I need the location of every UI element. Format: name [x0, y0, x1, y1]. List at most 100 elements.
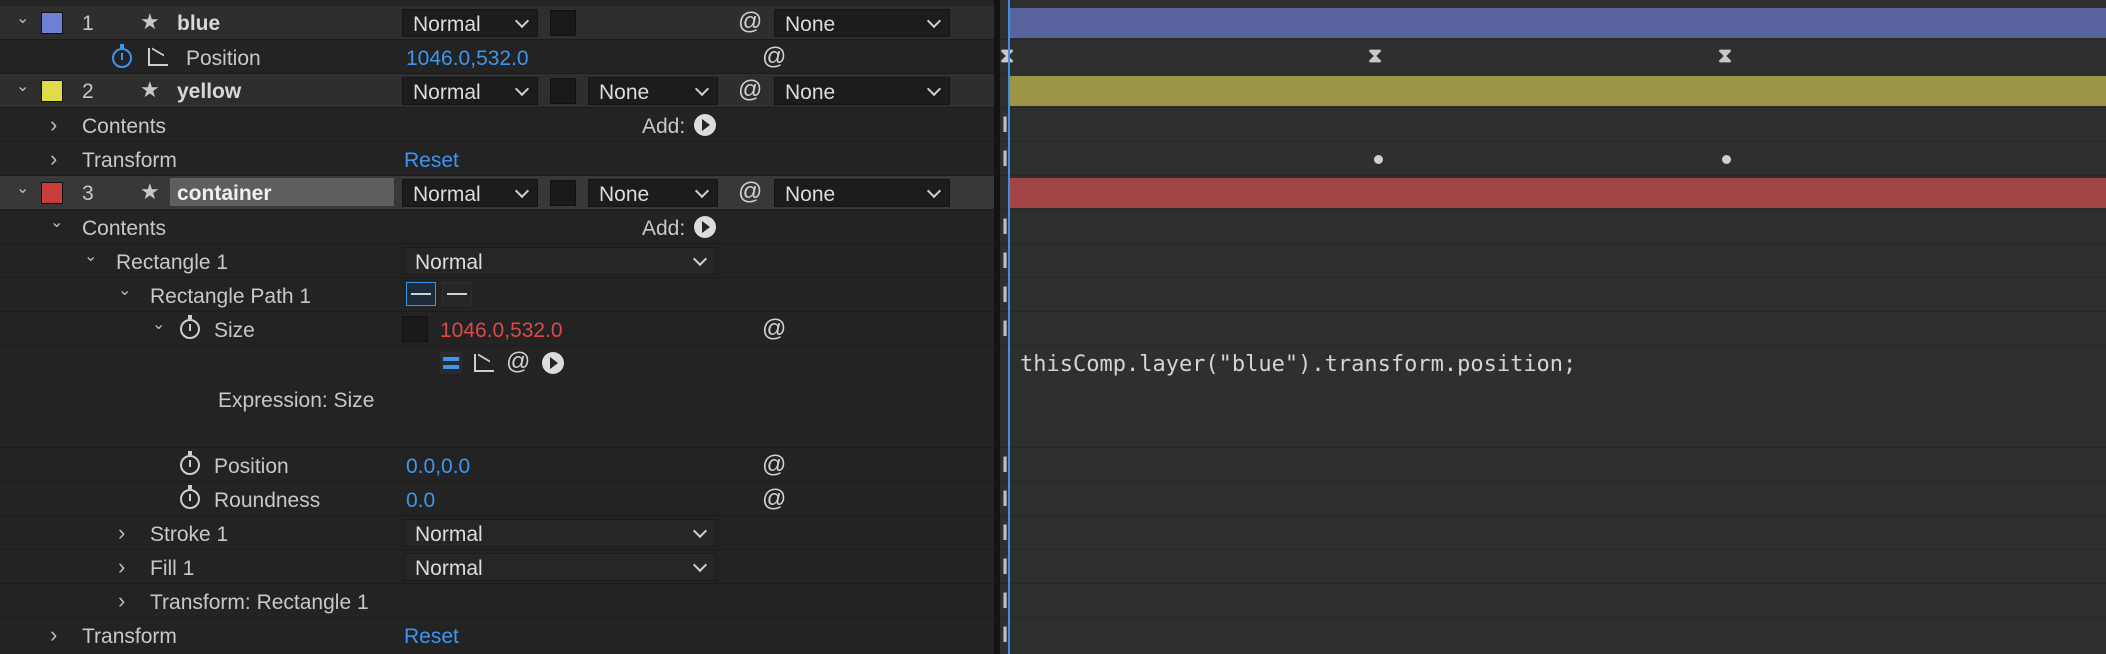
twirl-right-icon[interactable]: › — [50, 148, 57, 170]
group-label: Rectangle 1 — [116, 251, 229, 274]
preserve-transparency-toggle[interactable] — [550, 10, 576, 36]
timeline-row-position: ⧗ ⧗ ⧗ — [1000, 40, 2106, 74]
keyframe-icon[interactable]: ⧗ — [1368, 46, 1382, 66]
stopwatch-icon[interactable] — [180, 315, 200, 339]
group-row-stroke-1[interactable]: › Stroke 1 Normal — [0, 516, 994, 550]
layer-color-swatch[interactable] — [41, 12, 63, 34]
expression-enable-icon[interactable] — [440, 352, 462, 374]
blend-mode-dropdown[interactable]: Normal — [402, 77, 538, 105]
layer-row-blue[interactable]: ⌄ 1 ★ blue Normal @ None — [0, 6, 994, 40]
twirl-down-icon[interactable]: ⌄ — [16, 11, 29, 27]
add-menu-icon[interactable] — [694, 216, 716, 238]
group-row-rectangle-1[interactable]: ⌄ Rectangle 1 Normal — [0, 244, 994, 278]
parent-pickwhip-icon[interactable]: @ — [738, 10, 762, 34]
position-value[interactable]: 1046.0,532.0 — [406, 48, 529, 69]
parent-pickwhip-icon[interactable]: @ — [738, 180, 762, 204]
twirl-down-icon[interactable]: ⌄ — [118, 283, 131, 299]
group-row-transform-2[interactable]: › Transform Reset — [0, 618, 994, 654]
path-reverse-icon[interactable] — [442, 282, 472, 306]
stopwatch-icon[interactable] — [180, 485, 200, 509]
layer-row-yellow[interactable]: ⌄ 2 ★ yellow Normal None @ None — [0, 74, 994, 108]
pickwhip-icon[interactable]: @ — [762, 487, 786, 511]
layer-duration-bar-container[interactable] — [1008, 178, 2106, 208]
group-row-transform-rectangle-1[interactable]: › Transform: Rectangle 1 — [0, 584, 994, 618]
timeline-row: I — [1000, 618, 2106, 654]
group-label: Stroke 1 — [150, 523, 229, 546]
group-row-fill-1[interactable]: › Fill 1 Normal — [0, 550, 994, 584]
twirl-right-icon[interactable]: › — [118, 590, 125, 612]
twirl-down-icon[interactable]: ⌄ — [16, 79, 29, 95]
layer-name[interactable]: container — [177, 183, 272, 204]
layer-duration-bar-yellow[interactable] — [1008, 76, 2106, 106]
chevron-down-icon — [514, 183, 530, 199]
pickwhip-icon[interactable]: @ — [762, 453, 786, 477]
group-row-transform[interactable]: › Transform Reset — [0, 142, 994, 176]
stroke-blend-dropdown[interactable]: Normal — [404, 519, 716, 547]
layer-name[interactable]: blue — [177, 13, 220, 34]
fill-blend-dropdown[interactable]: Normal — [404, 553, 716, 581]
blend-mode-dropdown[interactable]: Normal — [402, 9, 538, 37]
parent-value: None — [785, 81, 836, 104]
expression-language-menu-icon[interactable] — [542, 352, 564, 374]
expression-code[interactable]: thisComp.layer("blue").transform.positio… — [1020, 352, 1576, 377]
reset-link[interactable]: Reset — [404, 150, 459, 171]
keyframe-dot-icon[interactable] — [1374, 155, 1383, 164]
blend-mode-value: Normal — [415, 523, 483, 546]
twirl-right-icon[interactable]: › — [118, 556, 125, 578]
twirl-right-icon[interactable]: › — [118, 522, 125, 544]
chevron-down-icon — [514, 13, 530, 29]
track-matte-dropdown[interactable]: None — [588, 179, 718, 207]
layer-name[interactable]: yellow — [177, 81, 241, 102]
preserve-transparency-toggle[interactable] — [550, 78, 576, 104]
pickwhip-icon[interactable]: @ — [762, 45, 786, 69]
property-row-rect-position: Position 0.0,0.0 @ — [0, 448, 994, 482]
add-label: Add: — [642, 217, 686, 240]
parent-dropdown[interactable]: None — [774, 77, 950, 105]
layer-color-swatch[interactable] — [41, 182, 63, 204]
keyframe-dot-icon[interactable] — [1722, 155, 1731, 164]
pickwhip-icon[interactable]: @ — [762, 317, 786, 341]
property-label: Roundness — [214, 489, 321, 512]
link-toggle[interactable] — [402, 316, 428, 342]
expression-editor-row[interactable]: thisComp.layer("blue").transform.positio… — [1000, 346, 2106, 448]
expression-row: @ Expression: Size — [0, 346, 994, 448]
roundness-value[interactable]: 0.0 — [406, 490, 435, 511]
stopwatch-icon[interactable] — [180, 451, 200, 475]
layer-row-container[interactable]: ⌄ 3 ★ container Normal None @ None — [0, 176, 994, 210]
twirl-down-icon[interactable]: ⌄ — [16, 181, 29, 197]
twirl-down-icon[interactable]: ⌄ — [152, 317, 165, 333]
timeline-row: I — [1000, 448, 2106, 482]
rect-position-value[interactable]: 0.0,0.0 — [406, 456, 470, 477]
layer-duration-bar-blue[interactable] — [1008, 8, 2106, 38]
group-row-rectangle-path-1[interactable]: ⌄ Rectangle Path 1 — [0, 278, 994, 312]
graph-icon[interactable] — [148, 48, 168, 66]
keyframe-icon[interactable]: ⧗ — [1718, 46, 1732, 66]
property-row-size: ⌄ Size 1046.0,532.0 @ — [0, 312, 994, 346]
parent-dropdown[interactable]: None — [774, 9, 950, 37]
timeline-row-blue — [1000, 6, 2106, 40]
group-row-contents-expanded[interactable]: ⌄ Contents Add: — [0, 210, 994, 244]
group-row-contents[interactable]: › Contents Add: — [0, 108, 994, 142]
graph-icon[interactable] — [474, 354, 494, 372]
track-matte-dropdown[interactable]: None — [588, 77, 718, 105]
size-value[interactable]: 1046.0,532.0 — [440, 320, 563, 341]
timeline-row: I — [1000, 278, 2106, 312]
layer-color-swatch[interactable] — [41, 80, 63, 102]
parent-pickwhip-icon[interactable]: @ — [738, 78, 762, 102]
timeline-panel[interactable]: ⧗ ⧗ ⧗ I I I I I I thisComp.layer("blue")… — [1000, 0, 2106, 654]
twirl-down-icon[interactable]: ⌄ — [50, 215, 63, 231]
expression-pickwhip-icon[interactable]: @ — [506, 350, 530, 374]
blend-mode-dropdown[interactable]: Normal — [402, 179, 538, 207]
rectangle-blend-dropdown[interactable]: Normal — [404, 247, 716, 275]
chevron-down-icon — [692, 523, 708, 539]
add-menu-icon[interactable] — [694, 114, 716, 136]
reset-link[interactable]: Reset — [404, 626, 459, 647]
stopwatch-icon[interactable] — [112, 44, 132, 68]
twirl-right-icon[interactable]: › — [50, 114, 57, 136]
twirl-down-icon[interactable]: ⌄ — [84, 249, 97, 265]
current-time-indicator[interactable] — [1008, 0, 1010, 654]
path-direction-icon[interactable] — [406, 282, 436, 306]
twirl-right-icon[interactable]: › — [50, 624, 57, 646]
preserve-transparency-toggle[interactable] — [550, 180, 576, 206]
parent-dropdown[interactable]: None — [774, 179, 950, 207]
